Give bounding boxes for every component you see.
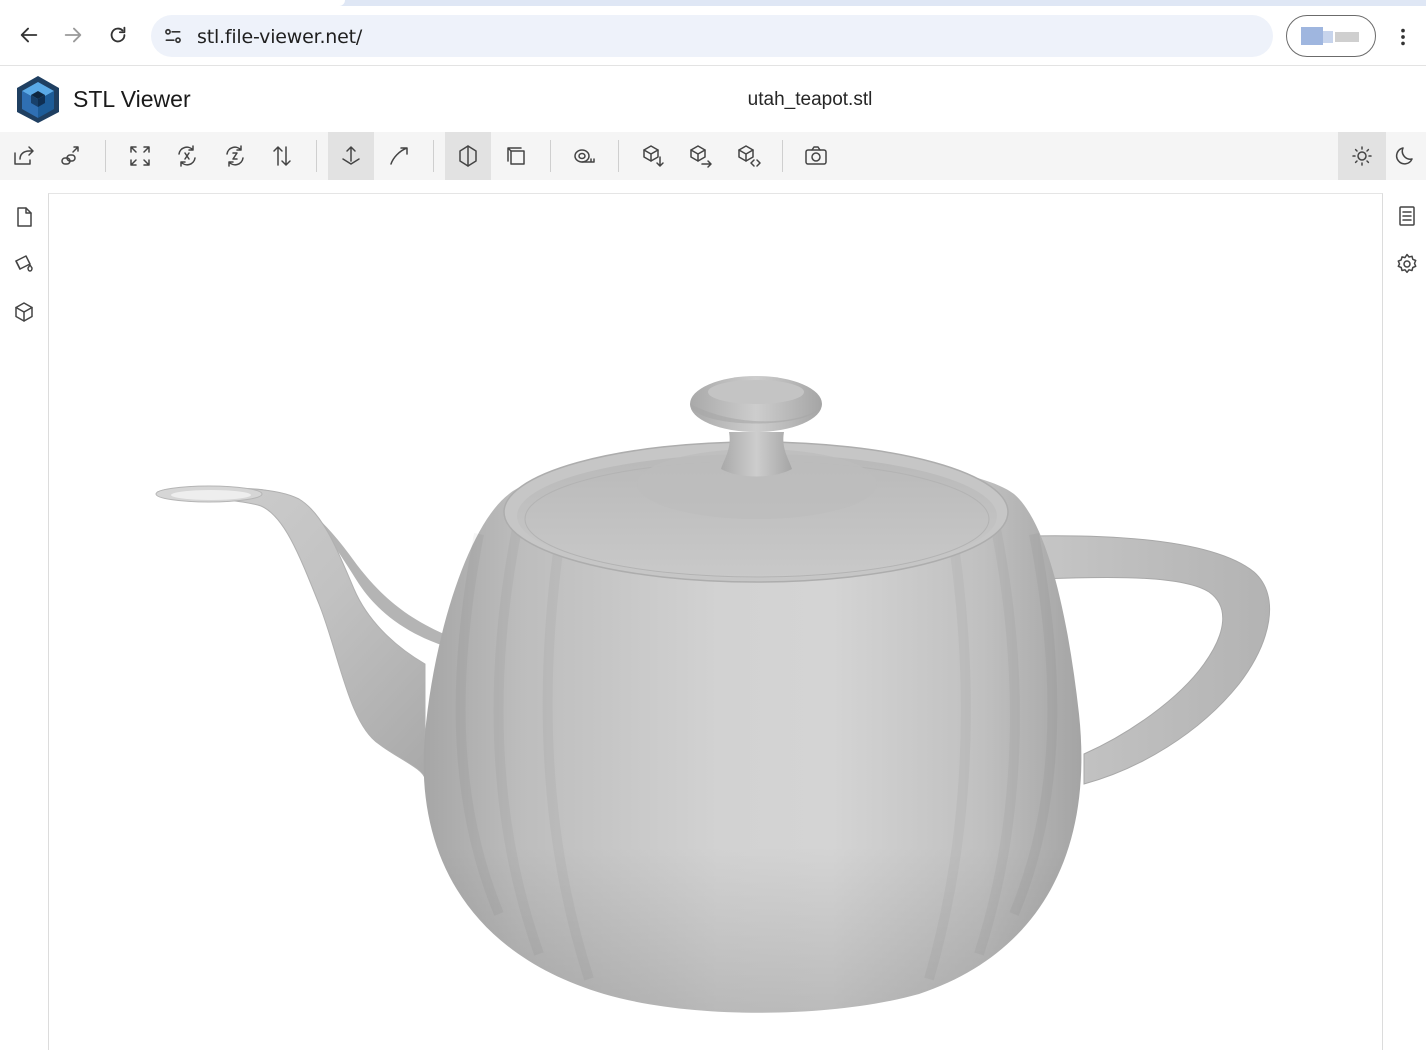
measure-icon[interactable] [561,132,607,180]
rotate-z-icon[interactable] [212,132,258,180]
more-vert-icon[interactable] [1392,26,1414,48]
snapshot-camera-icon[interactable] [793,132,839,180]
dark-mode-icon[interactable] [1386,132,1426,180]
fixed-up-vector-icon[interactable] [328,132,374,180]
details-panel-icon[interactable] [1387,196,1426,236]
materials-panel-icon[interactable] [4,244,44,284]
profile-avatar-icon[interactable] [1286,15,1376,57]
meshes-panel-icon[interactable] [4,292,44,332]
export-model-icon[interactable] [630,132,676,180]
url-text[interactable]: stl.file-viewer.net/ [197,26,362,48]
open-file-icon[interactable] [1,132,47,180]
share-model-icon[interactable] [677,132,723,180]
free-orbit-icon[interactable] [376,132,422,180]
perspective-camera-icon[interactable] [445,132,491,180]
settings-gear-icon[interactable] [1387,244,1426,284]
address-bar[interactable]: stl.file-viewer.net/ [151,15,1273,57]
light-mode-icon[interactable] [1338,132,1386,180]
forward-arrow-icon[interactable] [58,20,88,50]
right-sidebar [1383,181,1426,1050]
reload-icon[interactable] [103,20,133,50]
left-sidebar [0,181,48,1050]
file-name: utah_teapot.stl [747,89,873,110]
embed-model-icon[interactable] [725,132,771,180]
toolbar [0,132,1426,180]
app-header: STL Viewer utah_teapot.stl [0,67,1426,131]
rotate-x-icon[interactable] [164,132,210,180]
open-url-icon[interactable] [48,132,94,180]
fit-to-window-icon[interactable] [117,132,163,180]
teapot-model[interactable] [49,194,1384,1051]
files-panel-icon[interactable] [4,197,44,237]
browser-nav-bar: stl.file-viewer.net/ [0,6,1426,66]
flip-up-vector-icon[interactable] [259,132,305,180]
back-arrow-icon[interactable] [14,20,44,50]
3d-viewport[interactable] [48,193,1383,1050]
site-settings-icon[interactable] [163,26,183,46]
orthographic-camera-icon[interactable] [493,132,539,180]
